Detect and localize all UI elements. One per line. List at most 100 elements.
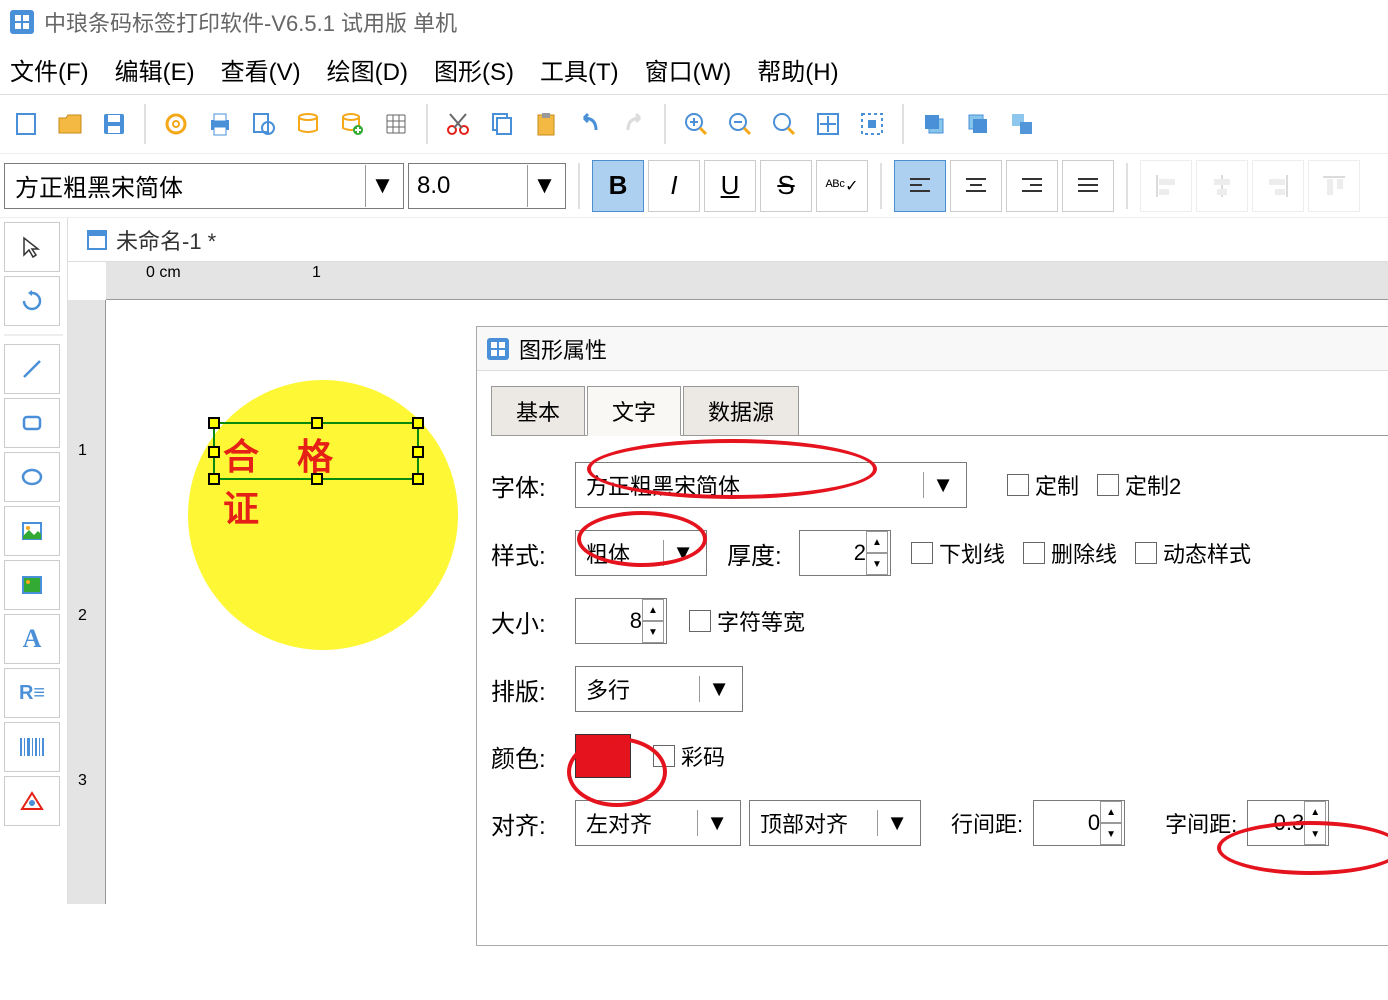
ruler-mark: 2 <box>78 607 87 625</box>
cut-icon[interactable] <box>438 104 478 144</box>
align-left-icon[interactable] <box>894 160 946 212</box>
font-combo[interactable]: 方正粗黑宋简体 ▼ <box>575 462 967 508</box>
charspace-label: 字间距: <box>1165 807 1237 839</box>
tabs: 基本 文字 数据源 <box>477 371 1388 435</box>
ruler-horizontal[interactable]: 0 cm 1 <box>106 262 1388 300</box>
custom-checkbox[interactable]: 定制 <box>1007 469 1079 501</box>
menu-window[interactable]: 窗口(W) <box>645 52 732 86</box>
tab-basic[interactable]: 基本 <box>491 386 585 436</box>
richtext-tool-icon[interactable]: R≡ <box>4 668 60 718</box>
ellipse-tool-icon[interactable] <box>4 452 60 502</box>
linespace-input[interactable]: 0 ▲▼ <box>1033 800 1125 846</box>
weight-input[interactable]: 2 ▲▼ <box>799 530 891 576</box>
strike-checkbox[interactable]: 删除线 <box>1023 537 1117 569</box>
menubar: 文件(F) 编辑(E) 查看(V) 绘图(D) 图形(S) 工具(T) 窗口(W… <box>0 44 1388 94</box>
valign-combo[interactable]: 顶部对齐 ▼ <box>749 800 921 846</box>
triangle-tool-icon[interactable] <box>4 776 60 826</box>
zoom-in-icon[interactable] <box>676 104 716 144</box>
dynamic-checkbox[interactable]: 动态样式 <box>1135 537 1251 569</box>
align-obj-left-icon[interactable] <box>1140 160 1192 212</box>
zoom-fit-icon[interactable] <box>808 104 848 144</box>
font-size-select[interactable]: 8.0 ▼ <box>408 163 566 209</box>
preview-icon[interactable] <box>244 104 284 144</box>
database-icon[interactable] <box>288 104 328 144</box>
style-combo[interactable]: 粗体 ▼ <box>575 530 707 576</box>
back-icon[interactable] <box>958 104 998 144</box>
align-obj-center-icon[interactable] <box>1196 160 1248 212</box>
font-combo-value: 方正粗黑宋简体 <box>586 469 740 501</box>
clone-icon[interactable] <box>1002 104 1042 144</box>
weight-value: 2 <box>854 540 866 566</box>
ruler-vertical[interactable]: 1 2 3 <box>68 300 106 904</box>
print-icon[interactable] <box>200 104 240 144</box>
settings-icon[interactable] <box>156 104 196 144</box>
italic-button[interactable]: I <box>648 160 700 212</box>
redo-icon[interactable] <box>614 104 654 144</box>
save-icon[interactable] <box>94 104 134 144</box>
dialog-titlebar[interactable]: 图形属性 <box>477 327 1388 371</box>
image-tool-icon[interactable] <box>4 506 60 556</box>
rect-tool-icon[interactable] <box>4 398 60 448</box>
image2-tool-icon[interactable] <box>4 560 60 610</box>
doc-tab[interactable]: 未命名-1 * <box>68 218 1388 262</box>
formatbar: 方正粗黑宋简体 ▼ 8.0 ▼ B I U S ᴬᴮᶜ✓ <box>0 154 1388 218</box>
front-icon[interactable] <box>914 104 954 144</box>
pointer-tool-icon[interactable] <box>4 222 60 272</box>
grid-icon[interactable] <box>376 104 416 144</box>
underline-checkbox[interactable]: 下划线 <box>911 537 1005 569</box>
zoom-sel-icon[interactable] <box>852 104 892 144</box>
underline-button[interactable]: U <box>704 160 756 212</box>
menu-draw[interactable]: 绘图(D) <box>327 52 408 86</box>
halign-value: 左对齐 <box>586 807 652 839</box>
spellcheck-icon[interactable]: ᴬᴮᶜ✓ <box>816 160 868 212</box>
charspace-input[interactable]: 0.3 ▲▼ <box>1247 800 1329 846</box>
work-area: A R≡ 未命名-1 * 0 cm 1 1 2 3 <box>0 218 1388 904</box>
style-label: 样式: <box>491 536 575 571</box>
layout-combo[interactable]: 多行 ▼ <box>575 666 743 712</box>
menu-file[interactable]: 文件(F) <box>10 52 89 86</box>
custom2-checkbox[interactable]: 定制2 <box>1097 469 1181 501</box>
bold-button[interactable]: B <box>592 160 644 212</box>
color-swatch[interactable] <box>575 734 631 778</box>
ruler-mark: 1 <box>312 264 321 282</box>
rotate-tool-icon[interactable] <box>4 276 60 326</box>
font-select[interactable]: 方正粗黑宋简体 ▼ <box>4 163 404 209</box>
align-obj-right-icon[interactable] <box>1252 160 1304 212</box>
align-center-icon[interactable] <box>950 160 1002 212</box>
align-justify-icon[interactable] <box>1062 160 1114 212</box>
text-selection[interactable]: 合 格 证 <box>213 422 419 480</box>
ruler-mark: 1 <box>78 442 87 460</box>
menu-view[interactable]: 查看(V) <box>221 52 301 86</box>
menu-edit[interactable]: 编辑(E) <box>115 52 195 86</box>
menu-shape[interactable]: 图形(S) <box>434 52 514 86</box>
charspace-value: 0.3 <box>1274 810 1305 836</box>
linespace-value: 0 <box>1088 810 1100 836</box>
paste-icon[interactable] <box>526 104 566 144</box>
undo-icon[interactable] <box>570 104 610 144</box>
open-icon[interactable] <box>50 104 90 144</box>
line-tool-icon[interactable] <box>4 344 60 394</box>
align-obj-top-icon[interactable] <box>1308 160 1360 212</box>
text-tool-icon[interactable]: A <box>4 614 60 664</box>
size-label: 大小: <box>491 604 575 639</box>
zoom-out-icon[interactable] <box>720 104 760 144</box>
database-add-icon[interactable] <box>332 104 372 144</box>
valign-value: 顶部对齐 <box>760 807 848 839</box>
menu-tool[interactable]: 工具(T) <box>540 52 619 86</box>
tab-data[interactable]: 数据源 <box>683 386 799 436</box>
zoom-reset-icon[interactable] <box>764 104 804 144</box>
new-doc-icon[interactable] <box>6 104 46 144</box>
layout-label: 排版: <box>491 672 575 707</box>
tab-text[interactable]: 文字 <box>587 386 681 436</box>
copy-icon[interactable] <box>482 104 522 144</box>
halign-combo[interactable]: 左对齐 ▼ <box>575 800 741 846</box>
style-combo-value: 粗体 <box>586 537 630 569</box>
align-right-icon[interactable] <box>1006 160 1058 212</box>
monospace-checkbox[interactable]: 字符等宽 <box>689 605 805 637</box>
dialog-icon <box>487 338 509 360</box>
barcode-tool-icon[interactable] <box>4 722 60 772</box>
strike-button[interactable]: S <box>760 160 812 212</box>
menu-help[interactable]: 帮助(H) <box>757 52 838 86</box>
size-input[interactable]: 8 ▲▼ <box>575 598 667 644</box>
colorcode-checkbox[interactable]: 彩码 <box>653 740 725 772</box>
